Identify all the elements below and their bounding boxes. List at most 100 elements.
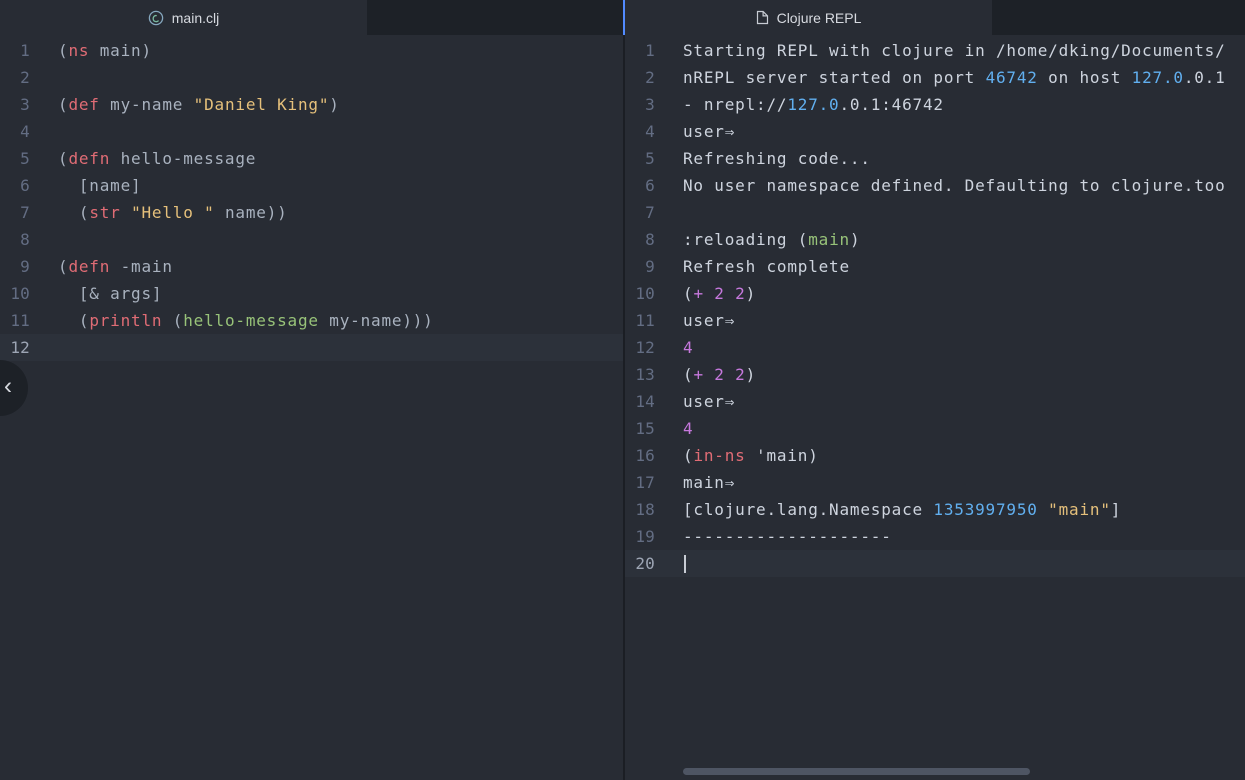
line-number[interactable]: 8	[0, 226, 30, 253]
line-number[interactable]: 9	[0, 253, 30, 280]
line-number[interactable]: 15	[625, 415, 655, 442]
code-text[interactable]	[30, 334, 58, 361]
code-line[interactable]: 15 4	[625, 415, 1245, 442]
code-text[interactable]	[30, 226, 58, 253]
line-number[interactable]: 7	[0, 199, 30, 226]
code-text[interactable]: (+ 2 2)	[655, 280, 756, 307]
code-line[interactable]: 19 --------------------	[625, 523, 1245, 550]
code-text[interactable]: [& args]	[30, 280, 162, 307]
line-number[interactable]: 11	[625, 307, 655, 334]
code-text[interactable]: (in-ns 'main)	[655, 442, 819, 469]
code-line[interactable]: 10 [& args]	[0, 280, 623, 307]
line-number[interactable]: 4	[625, 118, 655, 145]
code-line[interactable]: 3- nrepl://127.0.0.1:46742	[625, 91, 1245, 118]
code-text[interactable]: 4	[655, 415, 693, 442]
code-line[interactable]: 11 user⇒	[625, 307, 1245, 334]
code-text[interactable]: - nrepl://127.0.0.1:46742	[655, 91, 944, 118]
code-line[interactable]: 10 (+ 2 2)	[625, 280, 1245, 307]
code-line[interactable]: 13 (+ 2 2)	[625, 361, 1245, 388]
line-number[interactable]: 8	[625, 226, 655, 253]
code-text[interactable]: user⇒	[655, 118, 735, 145]
editor-main-clj[interactable]: 1 (ns main) 2 3 (def my-name "Daniel King") 4…	[0, 35, 623, 780]
line-number[interactable]: 16	[625, 442, 655, 469]
line-number[interactable]: 11	[0, 307, 30, 334]
code-line[interactable]: 2 nREPL server started on port 46742 on h…	[625, 64, 1245, 91]
code-text[interactable]	[30, 118, 58, 145]
line-number[interactable]: 14	[625, 388, 655, 415]
code-line[interactable]: 7 (str "Hello " name))	[0, 199, 623, 226]
code-line[interactable]: 17 main⇒	[625, 469, 1245, 496]
line-number[interactable]: 19	[625, 523, 655, 550]
code-text[interactable]: nREPL server started on port 46742 on ho…	[655, 64, 1226, 91]
code-line[interactable]: 14 user⇒	[625, 388, 1245, 415]
line-number[interactable]: 20	[625, 550, 655, 577]
line-number[interactable]: 3	[0, 91, 30, 118]
line-number[interactable]: 9	[625, 253, 655, 280]
tab-clojure-repl[interactable]: Clojure REPL	[625, 0, 992, 35]
code-text[interactable]: [name]	[30, 172, 141, 199]
code-line[interactable]: 5 (defn hello-message	[0, 145, 623, 172]
line-number[interactable]: 1	[625, 37, 655, 64]
code-line[interactable]: 18 [clojure.lang.Namespace 1353997950 "ma…	[625, 496, 1245, 523]
code-text[interactable]	[655, 550, 686, 577]
line-number[interactable]: 4	[0, 118, 30, 145]
code-text[interactable]: (defn hello-message	[30, 145, 256, 172]
code-line[interactable]: 3 (def my-name "Daniel King")	[0, 91, 623, 118]
code-text[interactable]: Refreshing code...	[655, 145, 871, 172]
repl-horizontal-scrollbar[interactable]	[683, 768, 1030, 775]
code-text[interactable]: :reloading (main)	[655, 226, 860, 253]
line-number[interactable]: 6	[0, 172, 30, 199]
line-number[interactable]: 12	[0, 334, 30, 361]
line-number[interactable]: 2	[625, 64, 655, 91]
code-text[interactable]: --------------------	[655, 523, 892, 550]
line-number[interactable]: 6	[625, 172, 655, 199]
line-number[interactable]: 5	[0, 145, 30, 172]
code-line[interactable]: 8	[0, 226, 623, 253]
code-text[interactable]: (println (hello-message my-name)))	[30, 307, 434, 334]
code-text[interactable]: Starting REPL with clojure in /home/dkin…	[655, 37, 1226, 64]
line-number[interactable]: 17	[625, 469, 655, 496]
code-text[interactable]: (defn -main	[30, 253, 173, 280]
line-number[interactable]: 10	[0, 280, 30, 307]
code-text[interactable]: 4	[655, 334, 693, 361]
line-number[interactable]: 5	[625, 145, 655, 172]
code-text[interactable]	[30, 64, 58, 91]
code-text[interactable]: user⇒	[655, 388, 735, 415]
code-line[interactable]: 4	[0, 118, 623, 145]
code-line[interactable]: 1 Starting REPL with clojure in /home/dki…	[625, 37, 1245, 64]
code-text[interactable]	[655, 199, 683, 226]
line-number[interactable]: 12	[625, 334, 655, 361]
code-line[interactable]: 9 (defn -main	[0, 253, 623, 280]
line-number[interactable]: 2	[0, 64, 30, 91]
code-line[interactable]: 9 Refresh complete	[625, 253, 1245, 280]
line-number[interactable]: 18	[625, 496, 655, 523]
code-line[interactable]: 1 (ns main)	[0, 37, 623, 64]
line-number[interactable]: 3	[625, 91, 655, 118]
code-text[interactable]: Refresh complete	[655, 253, 850, 280]
code-line[interactable]: 7	[625, 199, 1245, 226]
code-line[interactable]: 6 [name]	[0, 172, 623, 199]
line-number[interactable]: 7	[625, 199, 655, 226]
line-number[interactable]: 10	[625, 280, 655, 307]
code-text[interactable]: user⇒	[655, 307, 735, 334]
code-text[interactable]: main⇒	[655, 469, 735, 496]
code-line[interactable]: 16 (in-ns 'main)	[625, 442, 1245, 469]
code-line[interactable]: 2	[0, 64, 623, 91]
tab-main-clj[interactable]: main.clj	[0, 0, 367, 35]
code-text[interactable]: (str "Hello " name))	[30, 199, 288, 226]
line-number[interactable]: 1	[0, 37, 30, 64]
editor-clojure-repl[interactable]: 1 Starting REPL with clojure in /home/dki…	[625, 35, 1245, 780]
code-line[interactable]: 6 No user namespace defined. Defaulting t…	[625, 172, 1245, 199]
code-line[interactable]: 4 user⇒	[625, 118, 1245, 145]
code-text[interactable]: (+ 2 2)	[655, 361, 756, 388]
code-line[interactable]: 12	[0, 334, 623, 361]
code-line[interactable]: 20	[625, 550, 1245, 577]
code-line[interactable]: 12 4	[625, 334, 1245, 361]
code-line[interactable]: 5 Refreshing code...	[625, 145, 1245, 172]
code-text[interactable]: [clojure.lang.Namespace 1353997950 "main…	[655, 496, 1121, 523]
code-line[interactable]: 11 (println (hello-message my-name)))	[0, 307, 623, 334]
code-text[interactable]: (def my-name "Daniel King")	[30, 91, 340, 118]
line-number[interactable]: 13	[625, 361, 655, 388]
code-line[interactable]: 8:reloading (main)	[625, 226, 1245, 253]
code-text[interactable]: No user namespace defined. Defaulting to…	[655, 172, 1226, 199]
